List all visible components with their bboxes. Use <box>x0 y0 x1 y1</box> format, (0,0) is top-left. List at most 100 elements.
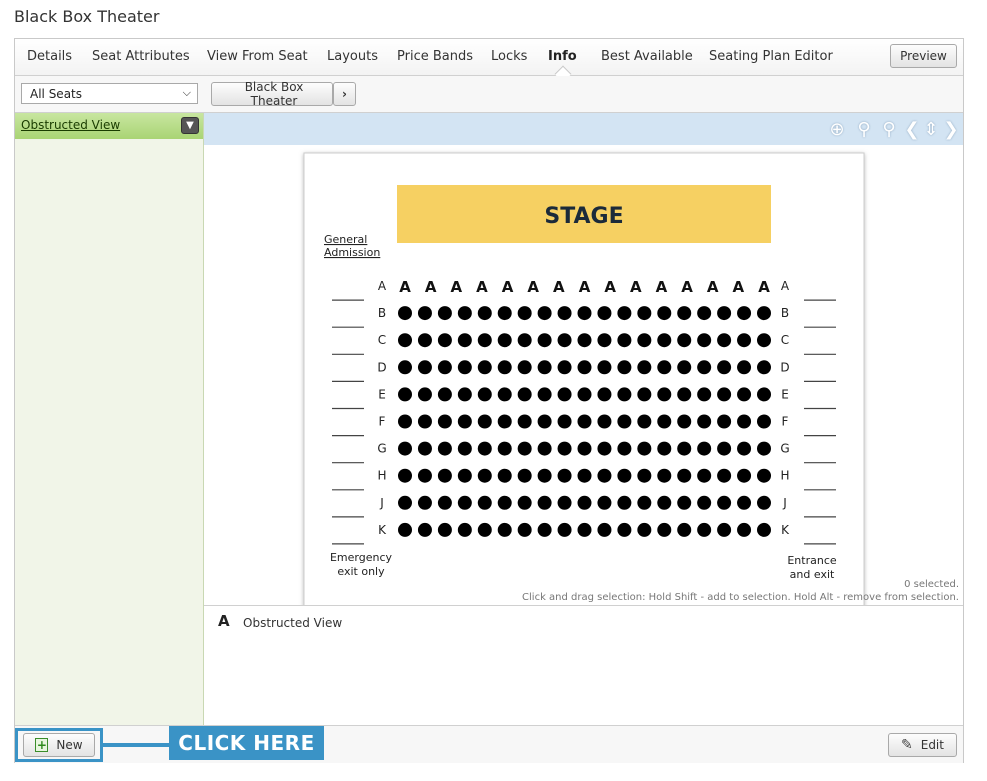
seat[interactable] <box>717 306 732 321</box>
seat-obstructed[interactable]: A <box>579 278 591 296</box>
seat[interactable] <box>497 333 512 348</box>
seat[interactable] <box>697 306 712 321</box>
venue-next-button[interactable]: › <box>333 82 356 106</box>
seat-obstructed[interactable]: A <box>476 278 488 296</box>
seat[interactable] <box>437 360 452 375</box>
seat-obstructed[interactable]: A <box>656 278 668 296</box>
seat[interactable] <box>517 468 532 483</box>
seat[interactable] <box>757 414 771 429</box>
seat[interactable] <box>657 360 672 375</box>
seating-plan[interactable]: STAGE General Admission A AA A A A A A A A A A A A A A… <box>204 145 963 605</box>
seat-obstructed[interactable]: A <box>733 278 745 296</box>
seat[interactable] <box>697 441 712 456</box>
seat-obstructed[interactable]: A <box>450 278 462 296</box>
seat[interactable] <box>398 468 412 483</box>
seat[interactable] <box>737 522 752 537</box>
preview-button[interactable]: Preview <box>890 44 957 68</box>
seat[interactable] <box>477 387 492 402</box>
seat[interactable] <box>757 495 771 510</box>
seat[interactable] <box>757 522 771 537</box>
seat[interactable] <box>398 333 412 348</box>
seat[interactable] <box>557 495 572 510</box>
seat[interactable] <box>597 495 612 510</box>
seat[interactable] <box>537 360 552 375</box>
seat[interactable] <box>477 306 492 321</box>
seat-obstructed[interactable]: A <box>630 278 642 296</box>
seat[interactable] <box>398 387 412 402</box>
sidebar-item-label[interactable]: Obstructed View <box>21 118 120 132</box>
seat[interactable] <box>697 468 712 483</box>
chevron-down-icon[interactable]: ▼ <box>181 117 199 134</box>
seat[interactable] <box>637 441 652 456</box>
seat[interactable] <box>617 414 632 429</box>
seat[interactable] <box>617 360 632 375</box>
seat-obstructed[interactable]: A <box>681 278 693 296</box>
seat[interactable] <box>517 387 532 402</box>
seat[interactable] <box>737 441 752 456</box>
venue-breadcrumb-button[interactable]: Black Box Theater <box>211 80 333 108</box>
seat[interactable] <box>417 468 432 483</box>
seat[interactable] <box>697 495 712 510</box>
seat[interactable] <box>457 441 472 456</box>
seat[interactable] <box>657 468 672 483</box>
seat[interactable] <box>757 306 771 321</box>
seat[interactable] <box>677 387 692 402</box>
seat[interactable] <box>717 522 732 537</box>
seat[interactable] <box>737 360 752 375</box>
seat[interactable] <box>657 306 672 321</box>
seat[interactable] <box>657 333 672 348</box>
seat[interactable] <box>597 333 612 348</box>
seat[interactable] <box>737 414 752 429</box>
seat[interactable] <box>757 333 771 348</box>
tab-best-available[interactable]: Best Available <box>601 49 693 64</box>
seat[interactable] <box>697 522 712 537</box>
seat[interactable] <box>398 441 412 456</box>
tab-details[interactable]: Details <box>27 49 72 64</box>
seat[interactable] <box>437 333 452 348</box>
tab-info[interactable]: Info <box>548 49 577 64</box>
seat[interactable] <box>517 441 532 456</box>
seat-obstructed[interactable]: A <box>604 278 616 296</box>
seat[interactable] <box>497 387 512 402</box>
seat[interactable] <box>557 333 572 348</box>
seat[interactable] <box>557 441 572 456</box>
seat[interactable] <box>717 468 732 483</box>
seat[interactable] <box>677 333 692 348</box>
seat[interactable] <box>717 414 732 429</box>
seat[interactable] <box>457 468 472 483</box>
seat-obstructed[interactable]: A <box>707 278 719 296</box>
seat[interactable] <box>557 306 572 321</box>
seat[interactable] <box>597 522 612 537</box>
seat[interactable] <box>437 441 452 456</box>
seat[interactable] <box>477 522 492 537</box>
seat[interactable] <box>757 441 771 456</box>
seat[interactable] <box>657 414 672 429</box>
seat[interactable] <box>617 468 632 483</box>
seat[interactable] <box>457 387 472 402</box>
seat-obstructed[interactable]: A <box>399 278 411 296</box>
seat[interactable] <box>557 522 572 537</box>
seat[interactable] <box>417 333 432 348</box>
seat[interactable] <box>417 360 432 375</box>
seat[interactable] <box>517 360 532 375</box>
seat-obstructed[interactable]: A <box>527 278 539 296</box>
tab-price-bands[interactable]: Price Bands <box>397 49 473 64</box>
seat[interactable] <box>497 468 512 483</box>
seat[interactable] <box>737 306 752 321</box>
seat[interactable] <box>497 360 512 375</box>
seat[interactable] <box>437 522 452 537</box>
seat[interactable] <box>637 306 652 321</box>
seat[interactable] <box>517 414 532 429</box>
seat[interactable] <box>597 360 612 375</box>
seat[interactable] <box>417 387 432 402</box>
seat[interactable] <box>677 306 692 321</box>
seat[interactable] <box>737 387 752 402</box>
seat[interactable] <box>717 333 732 348</box>
seat[interactable] <box>657 495 672 510</box>
seat[interactable] <box>697 387 712 402</box>
seat[interactable] <box>517 495 532 510</box>
tab-seat-attributes[interactable]: Seat Attributes <box>92 49 190 64</box>
seat[interactable] <box>537 468 552 483</box>
seat[interactable] <box>637 468 652 483</box>
seat[interactable] <box>517 522 532 537</box>
